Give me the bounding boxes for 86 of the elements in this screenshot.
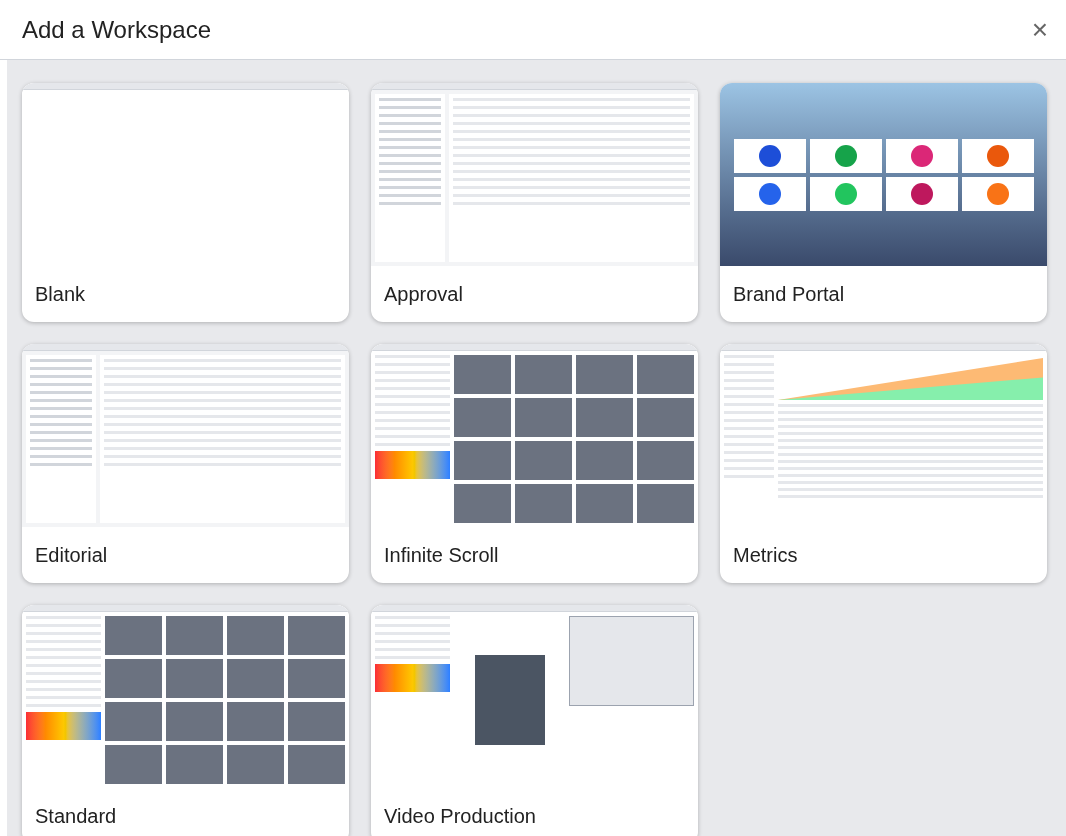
photo-placeholder	[288, 745, 345, 784]
text-line	[30, 415, 92, 418]
text-line	[30, 407, 92, 410]
text-line	[379, 202, 441, 205]
workspace-card[interactable]: Blank	[22, 83, 349, 322]
photo-placeholder	[166, 659, 223, 698]
photo-placeholder	[454, 398, 511, 437]
workspace-label: Standard	[35, 804, 117, 829]
photo-placeholder	[454, 441, 511, 480]
text-line	[30, 383, 92, 386]
text-line	[379, 154, 441, 157]
app-icon	[834, 144, 857, 167]
text-line	[379, 162, 441, 165]
text-line	[379, 122, 441, 125]
photo-placeholder	[166, 702, 223, 741]
workspace-label: Infinite Scroll	[384, 543, 499, 568]
text-line	[379, 114, 441, 117]
photo-placeholder	[166, 616, 223, 655]
app-icon	[986, 144, 1009, 167]
photo-placeholder	[637, 441, 694, 480]
text-line	[379, 130, 441, 133]
workspace-card[interactable]: Metrics	[720, 344, 1047, 583]
photo-placeholder	[454, 484, 511, 523]
app-icon	[910, 182, 933, 205]
text-line	[379, 178, 441, 181]
dialog-title: Add a Workspace	[22, 14, 211, 45]
workspace-card[interactable]: Infinite Scroll	[371, 344, 698, 583]
text-line	[379, 194, 441, 197]
photo-placeholder	[515, 484, 572, 523]
photo-placeholder	[105, 616, 162, 655]
text-line	[30, 423, 92, 426]
photo-placeholder	[576, 484, 633, 523]
photo-placeholder	[288, 616, 345, 655]
photo-placeholder	[227, 659, 284, 698]
text-line	[30, 375, 92, 378]
workspace-card[interactable]: Editorial	[22, 344, 349, 583]
text-line	[379, 98, 441, 101]
photo-placeholder	[227, 702, 284, 741]
photo-placeholder	[515, 398, 572, 437]
text-line	[379, 146, 441, 149]
text-line	[30, 431, 92, 434]
text-line	[30, 439, 92, 442]
photo-placeholder	[637, 484, 694, 523]
app-icon	[834, 182, 857, 205]
photo-placeholder	[576, 441, 633, 480]
photo-placeholder	[454, 355, 511, 394]
photo-placeholder	[515, 355, 572, 394]
photo-placeholder	[637, 355, 694, 394]
workspace-label: Metrics	[733, 543, 798, 568]
text-line	[30, 367, 92, 370]
photo-placeholder	[288, 702, 345, 741]
photo-placeholder	[576, 355, 633, 394]
workspace-label: Video Production	[384, 804, 536, 829]
photo-placeholder	[105, 702, 162, 741]
text-line	[379, 106, 441, 109]
app-icon	[986, 182, 1009, 205]
photo-placeholder	[288, 659, 345, 698]
photo-placeholder	[576, 398, 633, 437]
photo-placeholder	[105, 659, 162, 698]
text-line	[30, 447, 92, 450]
photo-placeholder	[166, 745, 223, 784]
text-line	[379, 138, 441, 141]
text-line	[379, 186, 441, 189]
photo-placeholder	[227, 616, 284, 655]
workspace-card[interactable]: Approval	[371, 83, 698, 322]
text-line	[30, 399, 92, 402]
photo-placeholder	[515, 441, 572, 480]
photo-placeholder	[227, 745, 284, 784]
workspace-label: Brand Portal	[733, 282, 845, 307]
photo-placeholder	[637, 398, 694, 437]
workspace-label: Editorial	[35, 543, 108, 568]
close-button[interactable]: ×	[1031, 15, 1048, 44]
text-line	[30, 455, 92, 458]
text-line	[30, 391, 92, 394]
app-icon	[758, 182, 781, 205]
workspace-card[interactable]: Video Production	[371, 605, 698, 836]
workspace-label: Approval	[384, 282, 463, 307]
workspace-card[interactable]: Standard	[22, 605, 349, 836]
workspace-card[interactable]: Brand Portal	[720, 83, 1047, 322]
photo-placeholder	[105, 745, 162, 784]
text-line	[30, 463, 92, 466]
app-icon	[758, 144, 781, 167]
text-line	[30, 359, 92, 362]
text-line	[379, 170, 441, 173]
app-icon	[910, 144, 933, 167]
workspace-label: Blank	[35, 282, 86, 307]
